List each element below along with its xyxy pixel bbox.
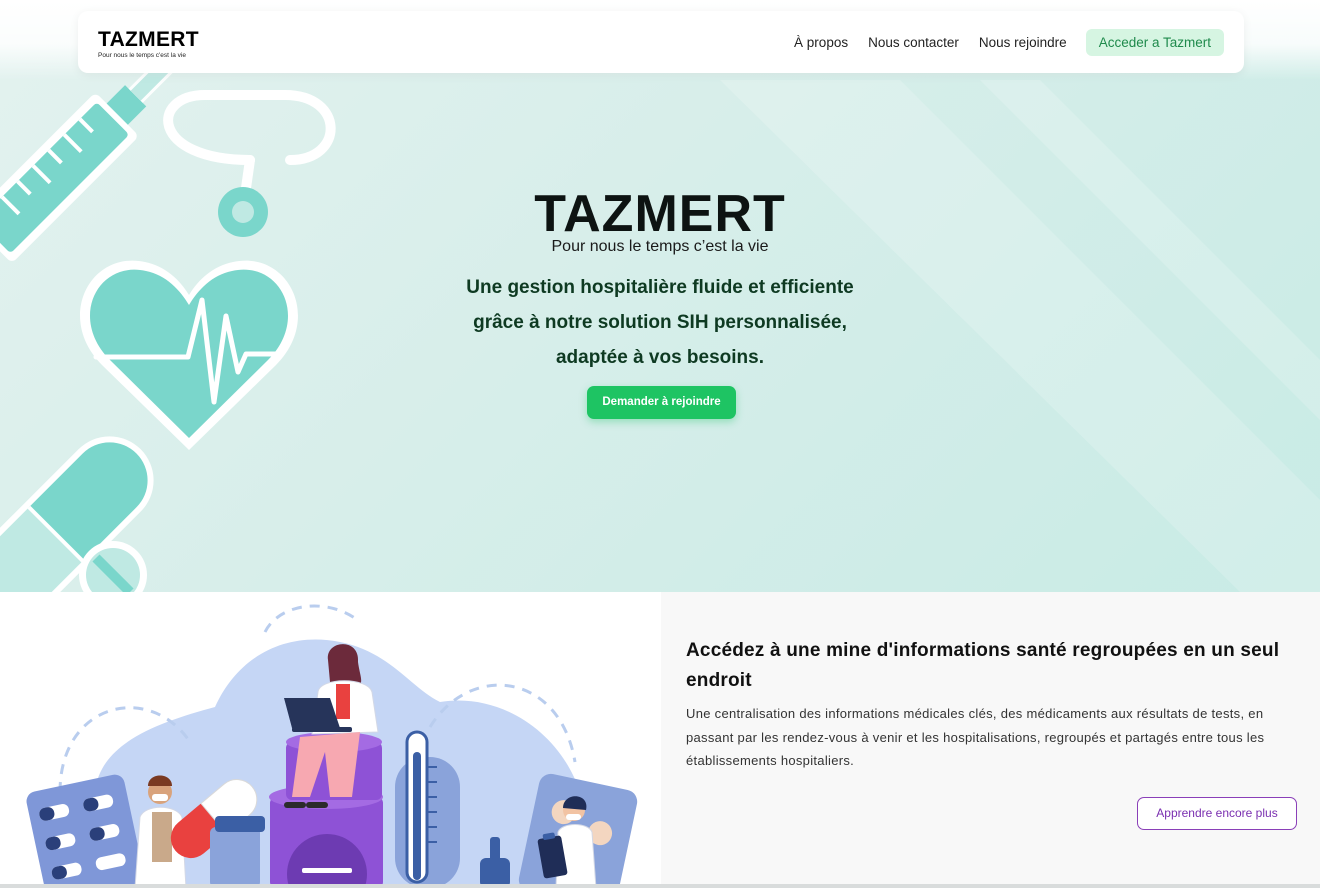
brand-tagline: Pour nous le temps c'est la vie [98, 52, 186, 59]
feature-illustration [0, 592, 661, 888]
hero-description: Une gestion hospitalière fluide et effic… [0, 270, 1320, 375]
learn-more-button[interactable]: Apprendre encore plus [1137, 797, 1297, 830]
hero-title: TAZMERT [534, 185, 786, 243]
nav-menu: À propos Nous contacter Nous rejoindre A… [774, 29, 1224, 56]
nav-link-contact[interactable]: Nous contacter [868, 30, 959, 56]
feature-description: Une centralisation des informations médi… [686, 706, 1265, 768]
nav-link-about[interactable]: À propos [794, 30, 848, 56]
hero-tagline: Pour nous le temps c’est la vie [551, 238, 769, 255]
medical-illustration [26, 604, 638, 888]
navbar: TAZMERT Pour nous le temps c'est la vie … [78, 11, 1244, 73]
brand-logo[interactable]: TAZMERT Pour nous le temps c'est la vie [98, 29, 199, 60]
hero-line: grâce à notre solution SIH personnalisée… [473, 312, 847, 333]
feature-panel: Accédez à une mine d'informations santé … [661, 592, 1320, 888]
brand-name: TAZMERT [98, 28, 199, 51]
hero-section: TAZMERT Pour nous le temps c'est la vie … [0, 0, 1320, 592]
hero-line: adaptée à vos besoins. [555, 347, 765, 368]
access-tazmert-button[interactable]: Acceder a Tazmert [1085, 29, 1224, 56]
hero-line: Une gestion hospitalière fluide et effic… [466, 277, 854, 298]
feature-title: Accédez à une mine d'informations santé … [686, 640, 1280, 691]
request-join-button[interactable]: Demander à rejoindre [587, 386, 736, 419]
bottom-border [0, 884, 1320, 888]
nav-link-join[interactable]: Nous rejoindre [979, 30, 1067, 56]
